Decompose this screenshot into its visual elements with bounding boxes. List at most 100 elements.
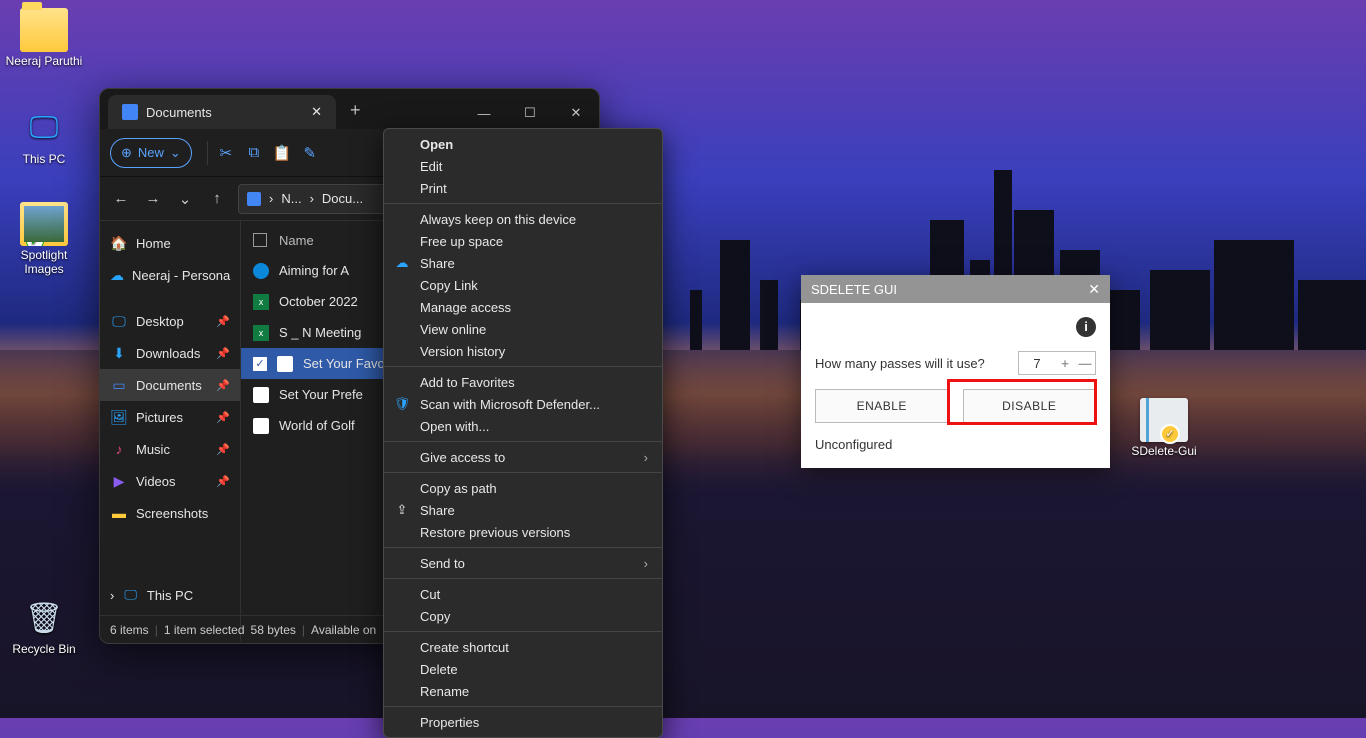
folder-image-icon: ✓ bbox=[20, 202, 68, 246]
sidebar-item-label: Documents bbox=[136, 378, 202, 393]
excel-icon: x bbox=[253, 294, 269, 310]
sidebar-item-label: Screenshots bbox=[136, 506, 208, 521]
menu-label: View online bbox=[420, 322, 486, 337]
chevron-right-icon: › bbox=[644, 450, 648, 465]
desktop-icon-user-folder[interactable]: Neeraj Paruthi bbox=[4, 8, 84, 68]
sidebar-item-videos[interactable]: ▶Videos📌 bbox=[100, 465, 240, 497]
sidebar-item-documents[interactable]: ▭Documents📌 bbox=[100, 369, 240, 401]
breadcrumb[interactable]: Docu... bbox=[322, 191, 363, 206]
sidebar-item-label: Downloads bbox=[136, 346, 200, 361]
menu-label: Free up space bbox=[420, 234, 503, 249]
navigation-sidebar: 🏠Home ☁Neeraj - Persona 🖵Desktop📌 ⬇Downl… bbox=[100, 221, 241, 641]
file-name: Aiming for A bbox=[279, 263, 349, 278]
rename-icon[interactable]: ✎ bbox=[300, 144, 320, 162]
sidebar-item-label: Neeraj - Persona bbox=[132, 268, 230, 283]
desktop-icon-sdelete[interactable]: ✓ SDelete-Gui bbox=[1124, 398, 1204, 458]
passes-stepper[interactable]: 7 + — bbox=[1018, 351, 1096, 375]
menu-item-delete[interactable]: Delete bbox=[384, 658, 662, 680]
window-title: SDELETE GUI bbox=[811, 282, 897, 297]
up-button[interactable]: ↑ bbox=[206, 190, 228, 207]
desktop-icon-spotlight[interactable]: ✓ Spotlight Images bbox=[4, 202, 84, 276]
sidebar-item-this-pc[interactable]: › 🖵 This PC bbox=[110, 587, 193, 603]
button-label: ENABLE bbox=[857, 399, 907, 413]
document-icon bbox=[122, 104, 138, 120]
info-icon[interactable]: i bbox=[1076, 317, 1096, 337]
menu-item-give-access[interactable]: Give access to› bbox=[384, 446, 662, 468]
menu-item-print[interactable]: Print bbox=[384, 177, 662, 199]
menu-item-open[interactable]: Open bbox=[384, 133, 662, 155]
menu-item-properties[interactable]: Properties bbox=[384, 711, 662, 733]
menu-item-add-favorites[interactable]: Add to Favorites bbox=[384, 371, 662, 393]
breadcrumb[interactable]: N... bbox=[281, 191, 301, 206]
sidebar-item-home[interactable]: 🏠Home bbox=[100, 227, 240, 259]
menu-item-share2[interactable]: ⇪Share bbox=[384, 499, 662, 521]
recent-dropdown[interactable]: ⌄ bbox=[174, 190, 196, 208]
column-name-label: Name bbox=[279, 233, 314, 248]
menu-label: Edit bbox=[420, 159, 442, 174]
excel-icon: x bbox=[253, 325, 269, 341]
maximize-button[interactable]: ☐ bbox=[507, 97, 553, 129]
checkbox-checked-icon[interactable]: ✓ bbox=[253, 357, 267, 371]
close-button[interactable]: ✕ bbox=[1088, 281, 1100, 298]
menu-item-open-with[interactable]: Open with... bbox=[384, 415, 662, 437]
menu-item-copy[interactable]: Copy bbox=[384, 605, 662, 627]
sidebar-item-label: Music bbox=[136, 442, 170, 457]
menu-item-manage-access[interactable]: Manage access bbox=[384, 296, 662, 318]
tab-documents[interactable]: Documents ✕ bbox=[108, 95, 336, 129]
sidebar-item-label: Videos bbox=[136, 474, 176, 489]
sdelete-titlebar[interactable]: SDELETE GUI ✕ bbox=[801, 275, 1110, 303]
sdelete-window: SDELETE GUI ✕ i How many passes will it … bbox=[801, 275, 1110, 468]
file-name: Set Your Prefe bbox=[279, 387, 363, 402]
menu-item-view-online[interactable]: View online bbox=[384, 318, 662, 340]
sidebar-item-desktop[interactable]: 🖵Desktop📌 bbox=[100, 305, 240, 337]
cloud-icon: ☁ bbox=[393, 255, 411, 271]
increment-button[interactable]: + bbox=[1055, 356, 1075, 371]
desktop-icon-label: Spotlight Images bbox=[4, 248, 84, 276]
desktop-icon-recycle-bin[interactable]: 🗑 Recycle Bin bbox=[4, 596, 84, 656]
sidebar-item-label: Pictures bbox=[136, 410, 183, 425]
enable-button[interactable]: ENABLE bbox=[815, 389, 949, 423]
menu-item-version-history[interactable]: Version history bbox=[384, 340, 662, 362]
pin-icon: 📌 bbox=[216, 443, 230, 456]
select-all-checkbox[interactable] bbox=[253, 233, 267, 247]
desktop-icon-this-pc[interactable]: 🖵 This PC bbox=[4, 106, 84, 166]
cut-icon[interactable]: ✂ bbox=[216, 144, 236, 162]
back-button[interactable]: ← bbox=[110, 190, 132, 207]
decrement-button[interactable]: — bbox=[1075, 356, 1095, 371]
pin-icon: 📌 bbox=[216, 347, 230, 360]
sidebar-item-pictures[interactable]: 🖼Pictures📌 bbox=[100, 401, 240, 433]
menu-item-copy-link[interactable]: Copy Link bbox=[384, 274, 662, 296]
monitor-icon: 🖵 bbox=[20, 106, 68, 150]
chevron-right-icon: › bbox=[644, 556, 648, 571]
menu-item-always-keep[interactable]: Always keep on this device bbox=[384, 208, 662, 230]
close-window-button[interactable]: ✕ bbox=[553, 97, 599, 129]
menu-label: Restore previous versions bbox=[420, 525, 570, 540]
breadcrumb-sep: › bbox=[310, 191, 314, 206]
menu-label: Share bbox=[420, 256, 455, 271]
sidebar-item-downloads[interactable]: ⬇Downloads📌 bbox=[100, 337, 240, 369]
menu-item-scan-defender[interactable]: 🛡Scan with Microsoft Defender... bbox=[384, 393, 662, 415]
menu-item-rename[interactable]: Rename bbox=[384, 680, 662, 702]
menu-item-share[interactable]: ☁ Share bbox=[384, 252, 662, 274]
chevron-right-icon: › bbox=[110, 588, 114, 603]
menu-item-edit[interactable]: Edit bbox=[384, 155, 662, 177]
menu-label: Print bbox=[420, 181, 447, 196]
close-tab-icon[interactable]: ✕ bbox=[311, 104, 322, 120]
new-tab-button[interactable]: + bbox=[336, 92, 375, 129]
menu-item-free-up[interactable]: Free up space bbox=[384, 230, 662, 252]
forward-button[interactable]: → bbox=[142, 190, 164, 207]
menu-item-create-shortcut[interactable]: Create shortcut bbox=[384, 636, 662, 658]
paste-icon[interactable]: 📋 bbox=[272, 144, 292, 162]
minimize-button[interactable]: — bbox=[461, 97, 507, 129]
file-name: World of Golf bbox=[279, 418, 355, 433]
copy-icon[interactable]: ⧉ bbox=[244, 144, 264, 161]
menu-item-send-to[interactable]: Send to› bbox=[384, 552, 662, 574]
sidebar-item-onedrive[interactable]: ☁Neeraj - Persona bbox=[100, 259, 240, 291]
menu-item-restore-versions[interactable]: Restore previous versions bbox=[384, 521, 662, 543]
menu-label: Open with... bbox=[420, 419, 489, 434]
menu-item-copy-path[interactable]: Copy as path bbox=[384, 477, 662, 499]
new-button[interactable]: ⊕ New ⌄ bbox=[110, 138, 192, 168]
menu-item-cut[interactable]: Cut bbox=[384, 583, 662, 605]
sidebar-item-screenshots[interactable]: ▬Screenshots bbox=[100, 497, 240, 529]
sidebar-item-music[interactable]: ♪Music📌 bbox=[100, 433, 240, 465]
